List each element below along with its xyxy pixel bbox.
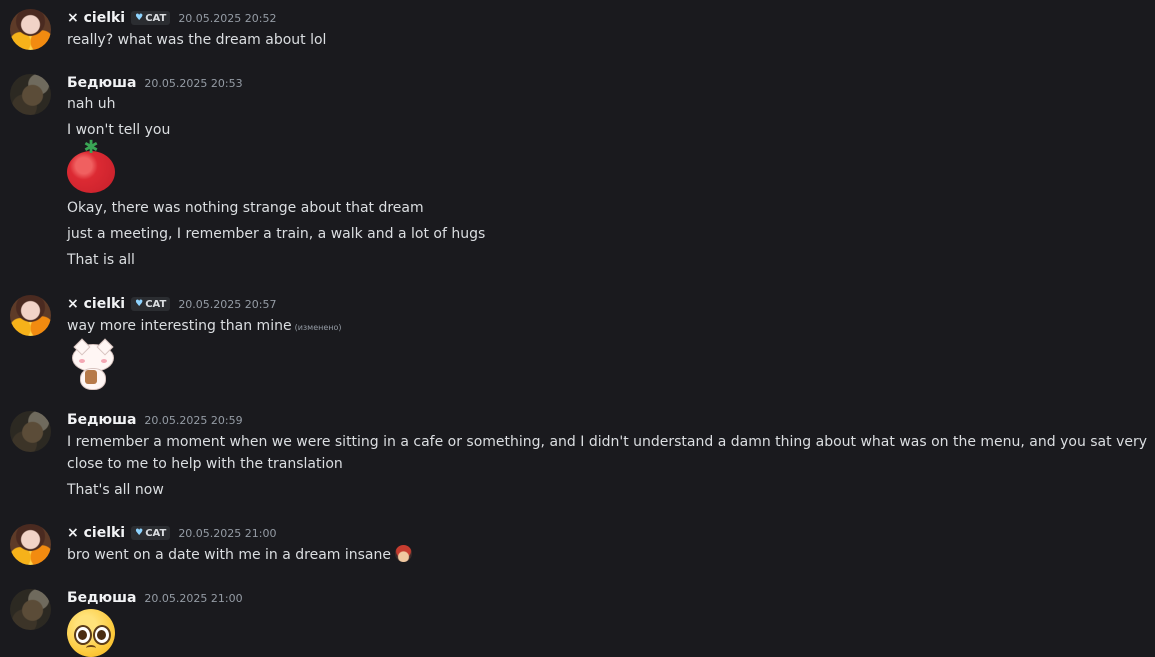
- username[interactable]: × cielki: [67, 525, 125, 541]
- message-header: × cielki ♥ CAT 20.05.2025 21:00: [67, 524, 277, 542]
- server-tag[interactable]: ♥ CAT: [131, 297, 171, 311]
- heart-icon: ♥: [135, 299, 144, 309]
- message-text: Okay, there was nothing strange about th…: [67, 200, 424, 216]
- message-text: way more interesting than mine (изменено): [67, 315, 1152, 339]
- message-header: Бедюша 20.05.2025 20:53: [67, 74, 243, 92]
- boba-cup: [85, 370, 97, 384]
- avatar[interactable]: [10, 9, 51, 50]
- username[interactable]: Бедюша: [67, 590, 136, 606]
- username[interactable]: Бедюша: [67, 75, 136, 91]
- avatar[interactable]: [10, 411, 51, 452]
- message-text: That is all: [67, 252, 135, 268]
- server-tag[interactable]: ♥ CAT: [131, 526, 171, 540]
- message-header: Бедюша 20.05.2025 20:59: [67, 411, 243, 429]
- server-tag-label: CAT: [145, 12, 167, 24]
- message-text: really? what was the dream about lol: [67, 32, 327, 48]
- cat-blush: [101, 359, 107, 363]
- message-text: I remember a moment when we were sitting…: [67, 434, 1148, 472]
- avatar[interactable]: [10, 74, 51, 115]
- tomato-icon: ✱: [67, 139, 115, 193]
- heart-icon: ♥: [135, 528, 144, 538]
- message-header: × cielki ♥ CAT 20.05.2025 20:52: [67, 9, 277, 27]
- username[interactable]: Бедюша: [67, 412, 136, 428]
- cat-boba-sticker[interactable]: [68, 338, 116, 390]
- emoji-eye: [74, 625, 92, 645]
- pleading-face-emoji[interactable]: [67, 609, 115, 657]
- cat-ear: [96, 338, 114, 356]
- timestamp: 20.05.2025 20:57: [178, 297, 277, 311]
- message-text-content: bro went on a date with me in a dream in…: [67, 547, 391, 563]
- timestamp: 20.05.2025 20:52: [178, 11, 277, 25]
- message-text: nah uh: [67, 96, 116, 112]
- timestamp: 20.05.2025 20:59: [144, 413, 243, 427]
- custom-emoji-icon[interactable]: [395, 545, 412, 562]
- server-tag[interactable]: ♥ CAT: [131, 11, 171, 25]
- message-text: bro went on a date with me in a dream in…: [67, 544, 1152, 566]
- stem-icon: ✱: [83, 137, 99, 158]
- username[interactable]: × cielki: [67, 296, 125, 312]
- avatar[interactable]: [10, 295, 51, 336]
- message-text-content: way more interesting than mine: [67, 318, 292, 334]
- message-header: × cielki ♥ CAT 20.05.2025 20:57: [67, 295, 277, 313]
- message-text: That's all now: [67, 482, 164, 498]
- timestamp: 20.05.2025 21:00: [178, 526, 277, 540]
- heart-icon: ♥: [135, 13, 144, 23]
- timestamp: 20.05.2025 21:00: [144, 591, 243, 605]
- message-text: I won't tell you: [67, 122, 171, 138]
- timestamp: 20.05.2025 20:53: [144, 76, 243, 90]
- emoji-mouth: [86, 645, 96, 651]
- tomato-emoji[interactable]: ✱: [67, 139, 116, 194]
- message-text: just a meeting, I remember a train, a wa…: [67, 226, 486, 242]
- server-tag-label: CAT: [145, 298, 167, 310]
- server-tag-label: CAT: [145, 527, 167, 539]
- cat-ear: [73, 338, 91, 356]
- username[interactable]: × cielki: [67, 10, 125, 26]
- cat-blush: [79, 359, 85, 363]
- emoji-eye: [93, 625, 111, 645]
- edited-label: (изменено): [294, 323, 342, 332]
- message-header: Бедюша 20.05.2025 21:00: [67, 589, 243, 607]
- avatar[interactable]: [10, 589, 51, 630]
- avatar[interactable]: [10, 524, 51, 565]
- chat-message-list: × cielki ♥ CAT 20.05.2025 20:52 really? w…: [0, 0, 1155, 657]
